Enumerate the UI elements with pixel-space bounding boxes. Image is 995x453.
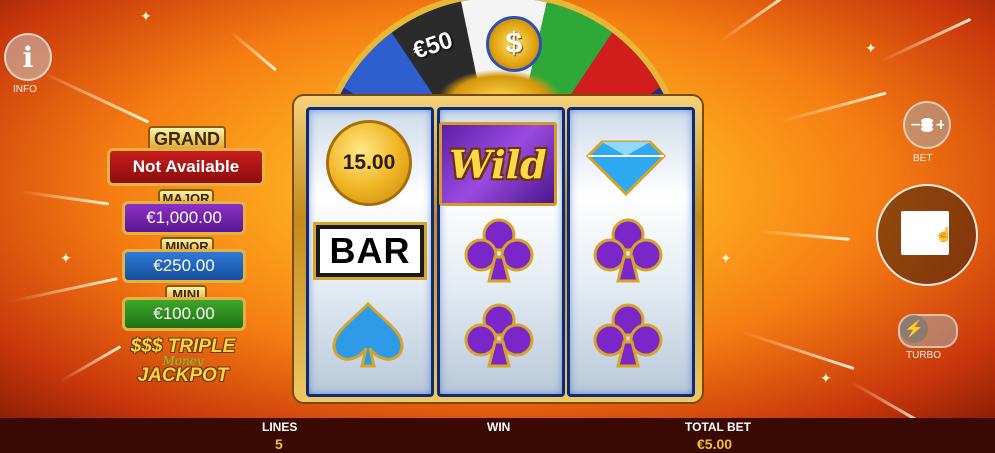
- minor-jackpot-value: €250.00: [122, 249, 246, 283]
- lightning-icon[interactable]: ⚡: [900, 315, 928, 343]
- bet-label: BET: [913, 153, 933, 164]
- game-logo: $$$ TRIPLE Money JACKPOT: [128, 336, 238, 394]
- bar-symbol: BAR: [316, 225, 424, 277]
- lines-value: 5: [275, 436, 283, 452]
- info-icon[interactable]: i: [4, 33, 52, 81]
- svg-text:−: −: [910, 117, 922, 133]
- grand-jackpot-value: Not Available: [107, 148, 265, 186]
- coin-stack-icon: − +: [910, 117, 944, 133]
- coin-pile: [440, 70, 560, 98]
- club-symbol: [464, 218, 534, 283]
- lines-label: LINES: [262, 420, 298, 434]
- logo-line-3: JACKPOT: [137, 365, 229, 386]
- info-label: INFO: [13, 84, 37, 95]
- spade-symbol: [332, 301, 404, 368]
- svg-text:+: +: [935, 117, 944, 133]
- win-label: WIN: [487, 420, 511, 434]
- wild-symbol: Wild: [439, 122, 557, 206]
- major-jackpot-value: €1,000.00: [122, 201, 246, 235]
- total-bet-value: €5.00: [697, 436, 733, 452]
- club-symbol: [593, 218, 663, 283]
- club-symbol: [593, 303, 663, 368]
- mini-jackpot-value: €100.00: [122, 297, 246, 331]
- total-bet-label: TOTAL BET: [685, 420, 751, 434]
- wheel-dollar-coin: $: [486, 16, 542, 72]
- logo-line-1: $$$ TRIPLE: [130, 336, 236, 357]
- hand-cursor-icon: ☝: [935, 226, 953, 242]
- turbo-label: TURBO: [906, 350, 941, 361]
- diamond-symbol: [586, 140, 666, 197]
- coin-symbol: 15.00: [326, 120, 412, 206]
- bet-coins-icon[interactable]: − +: [903, 101, 951, 149]
- club-symbol: [464, 303, 534, 368]
